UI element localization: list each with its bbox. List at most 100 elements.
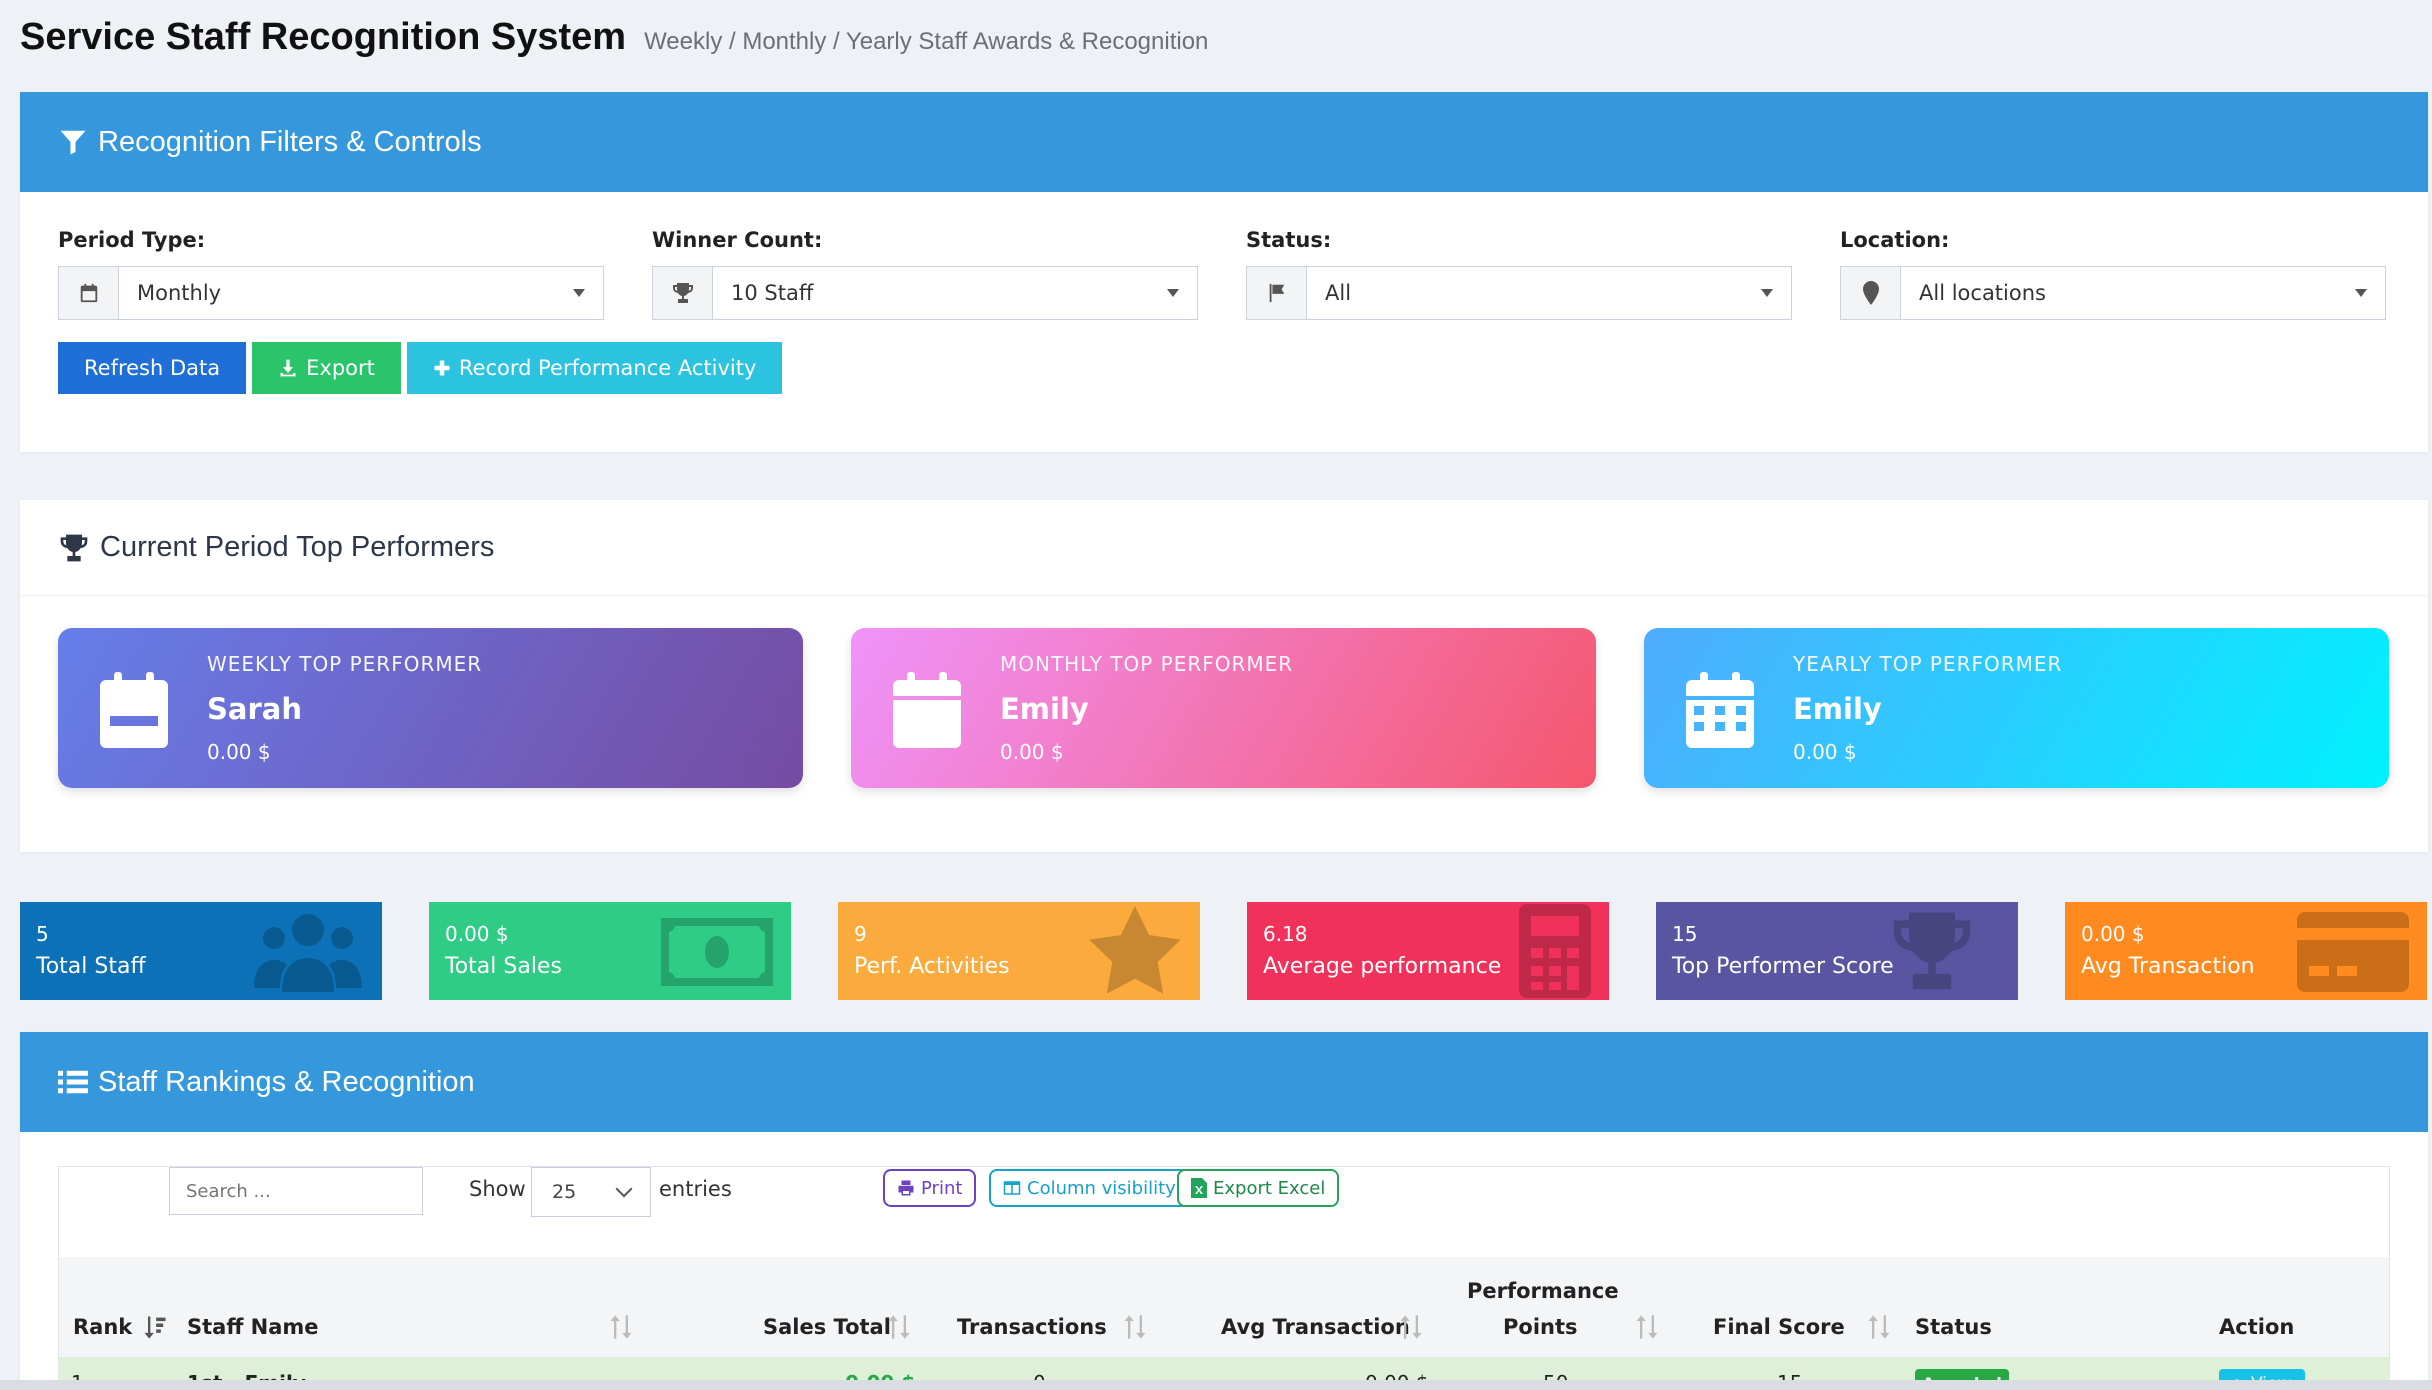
calendar-icon (59, 267, 119, 319)
location-value: All locations (1919, 281, 2046, 305)
sort-icon[interactable] (1865, 1313, 1893, 1341)
location-filter: Location: All locations (1840, 228, 2386, 320)
stat-value: 0.00 $ (445, 922, 509, 946)
export-button[interactable]: Export (252, 342, 401, 394)
column-visibility-button[interactable]: Column visibility (989, 1169, 1190, 1207)
stat-perf-activities: 9 Perf. Activities (838, 902, 1200, 1000)
trophy-icon (653, 267, 713, 319)
yearly-top-performer-card[interactable]: YEARLY TOP PERFORMER Emily 0.00 $ (1644, 628, 2389, 788)
sort-asc-icon[interactable] (141, 1313, 169, 1341)
period-type-filter: Period Type: Monthly (58, 228, 604, 320)
sort-icon[interactable] (1397, 1313, 1425, 1341)
card-kicker: WEEKLY TOP PERFORMER (207, 652, 483, 676)
stat-label: Perf. Activities (854, 954, 1010, 979)
stat-value: 0.00 $ (2081, 922, 2145, 946)
column-header-rank[interactable]: Rank (73, 1315, 132, 1339)
rankings-panel-title: Staff Rankings & Recognition (98, 1065, 475, 1098)
card-amount: 0.00 $ (1000, 740, 1064, 764)
card-kicker: YEARLY TOP PERFORMER (1793, 652, 2063, 676)
flag-icon (1247, 267, 1307, 319)
sort-icon[interactable] (1121, 1313, 1149, 1341)
sort-icon[interactable] (885, 1313, 913, 1341)
stat-top-performer-score: 15 Top Performer Score (1656, 902, 2018, 1000)
status-select[interactable]: All (1246, 266, 1792, 320)
card-amount: 0.00 $ (207, 740, 271, 764)
page-header: Service Staff Recognition System Weekly … (20, 16, 1208, 66)
top-performers-title: Current Period Top Performers (100, 531, 495, 563)
winner-count-filter: Winner Count: 10 Staff (652, 228, 1198, 320)
weekly-top-performer-card[interactable]: WEEKLY TOP PERFORMER Sarah 0.00 $ (58, 628, 803, 788)
caret-down-icon (1167, 289, 1179, 297)
calendar-week-icon (100, 672, 168, 753)
monthly-top-performer-card[interactable]: MONTHLY TOP PERFORMER Emily 0.00 $ (851, 628, 1596, 788)
stat-label: Avg Transaction (2081, 954, 2255, 979)
column-header-points[interactable]: Points (1503, 1315, 1578, 1339)
rankings-panel-header: Staff Rankings & Recognition (20, 1032, 2428, 1132)
column-header-staff-name[interactable]: Staff Name (187, 1315, 319, 1339)
status-value: All (1325, 281, 1352, 305)
page-subtitle: Weekly / Monthly / Yearly Staff Awards &… (644, 28, 1209, 55)
stat-value: 6.18 (1263, 922, 1308, 946)
download-icon (280, 359, 296, 377)
stat-value: 15 (1672, 922, 1698, 946)
export-excel-button[interactable]: Export Excel (1177, 1169, 1340, 1207)
trophy-icon (1886, 904, 1978, 1000)
column-header-avg-transaction[interactable]: Avg Transaction (1221, 1315, 1410, 1339)
money-icon (661, 918, 773, 991)
refresh-data-button[interactable]: Refresh Data (58, 342, 247, 394)
page-title: Service Staff Recognition System (20, 16, 627, 58)
rankings-panel: Staff Rankings & Recognition Show 25 ent… (20, 1032, 2428, 1390)
filters-panel: Recognition Filters & Controls Period Ty… (20, 92, 2428, 452)
location-select[interactable]: All locations (1840, 266, 2386, 320)
page-length-select[interactable]: 25 (531, 1167, 651, 1217)
card-amount: 0.00 $ (1793, 740, 1857, 764)
status-label: Status: (1246, 228, 1332, 252)
sort-icon[interactable] (1633, 1313, 1661, 1341)
winner-count-value: 10 Staff (731, 281, 814, 305)
show-label: Show (469, 1177, 526, 1201)
sort-icon[interactable] (607, 1313, 635, 1341)
caret-down-icon (2355, 289, 2367, 297)
status-filter: Status: All (1246, 228, 1792, 320)
calendar-icon (893, 672, 961, 753)
star-icon (1088, 906, 1182, 1000)
winner-count-label: Winner Count: (652, 228, 823, 252)
column-header-action: Action (2219, 1315, 2295, 1339)
column-header-performance[interactable]: Performance (1467, 1279, 1619, 1303)
period-type-select[interactable]: Monthly (58, 266, 604, 320)
credit-card-icon (2297, 912, 2409, 997)
column-header-status: Status (1915, 1315, 1992, 1339)
column-header-sales-total[interactable]: Sales Total (763, 1315, 891, 1339)
stats-row: 5 Total Staff 0.00 $ Total Sales 9 Perf.… (20, 902, 2428, 1000)
calculator-icon (1519, 904, 1591, 1000)
top-performers-panel: Current Period Top Performers WEEKLY TOP… (20, 500, 2428, 852)
card-kicker: MONTHLY TOP PERFORMER (1000, 652, 1294, 676)
users-icon (252, 912, 364, 997)
stat-value: 5 (36, 922, 49, 946)
print-button[interactable]: Print (883, 1169, 977, 1207)
stat-label: Total Staff (36, 954, 146, 979)
horizontal-scrollbar[interactable] (0, 1380, 2432, 1390)
filters-panel-title: Recognition Filters & Controls (98, 125, 482, 158)
plus-icon (434, 360, 450, 376)
filters-panel-header: Recognition Filters & Controls (20, 92, 2428, 192)
caret-down-icon (573, 289, 585, 297)
column-header-final-score[interactable]: Final Score (1713, 1315, 1845, 1339)
filter-icon (60, 130, 86, 155)
calendar-grid-icon (1686, 672, 1754, 753)
search-input[interactable] (169, 1167, 423, 1215)
printer-icon (898, 1180, 914, 1196)
stat-total-staff: 5 Total Staff (20, 902, 382, 1000)
winner-count-select[interactable]: 10 Staff (652, 266, 1198, 320)
stat-label: Average performance (1263, 954, 1502, 979)
file-excel-icon (1191, 1178, 1207, 1198)
card-performer-name: Emily (1000, 692, 1089, 726)
column-header-transactions[interactable]: Transactions (957, 1315, 1107, 1339)
stat-label: Top Performer Score (1672, 954, 1894, 979)
record-activity-button[interactable]: Record Performance Activity (406, 342, 783, 394)
entries-label: entries (659, 1177, 732, 1201)
stat-avg-transaction: 0.00 $ Avg Transaction (2065, 902, 2427, 1000)
columns-icon (1003, 1181, 1021, 1195)
location-label: Location: (1840, 228, 1950, 252)
card-performer-name: Sarah (207, 692, 302, 726)
